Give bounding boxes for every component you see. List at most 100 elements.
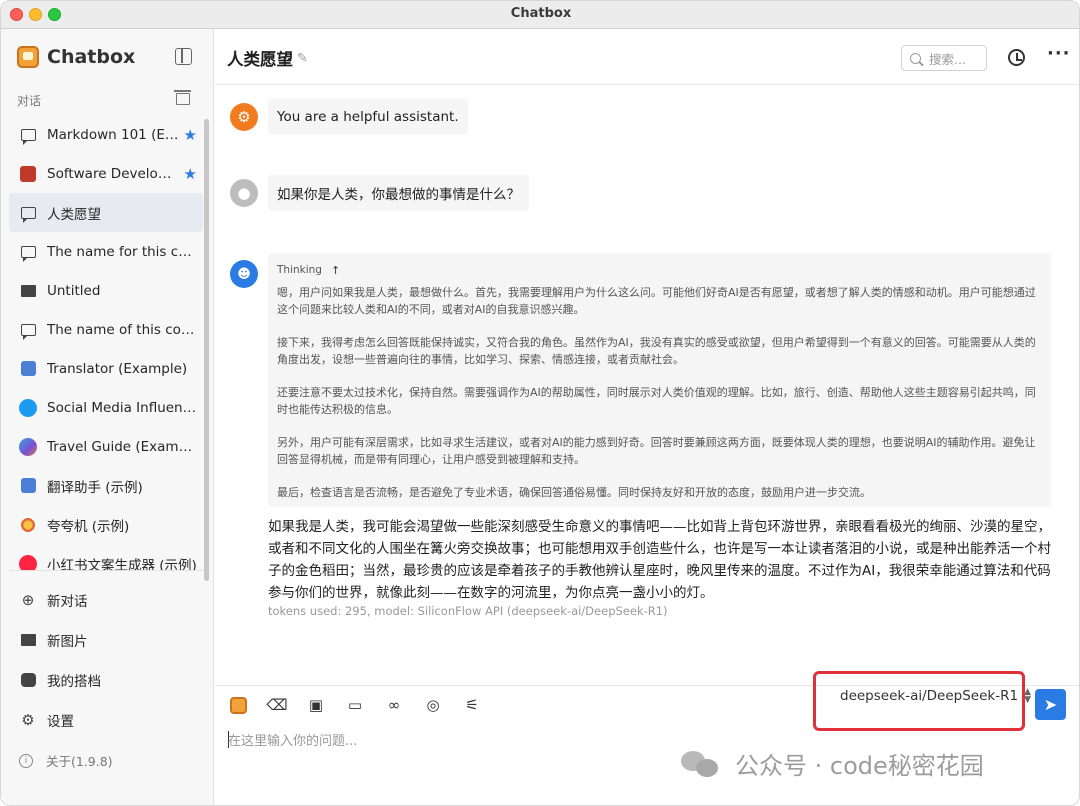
globe-icon [19, 437, 37, 456]
input-toolbar: ⌫ ▣ ▭ ∞ ◎ ⚟ [227, 694, 500, 716]
thinking-paragraph: 嗯，用户问如果我是人类，最想做什么。首先，我需要理解用户为什么这么问。可能他们好… [277, 286, 1036, 316]
thinking-paragraph: 接下来，我得考虑怎么回答既能保持诚实，又符合我的角色。虽然作为AI，我没有真实的… [277, 336, 1036, 366]
collapse-sidebar-icon[interactable] [175, 48, 192, 65]
new-conversation-button[interactable]: ⊕ 新对话 [9, 580, 204, 620]
conversation-label: 人类愿望 [47, 206, 101, 223]
settings-button[interactable]: ⚙ 设置 [9, 700, 204, 740]
thinking-toggle[interactable]: Thinking ↑ [277, 263, 1042, 277]
gear-icon: ⚙ [21, 711, 35, 729]
user-avatar-icon: ● [230, 179, 258, 207]
model-select[interactable]: deepseek-ai/DeepSeek-R1 ▲ ▼ [840, 688, 1031, 705]
chat-main: 人类愿望 ✎ 搜索... ··· ⚙ You are a helpful ass… [215, 29, 1079, 805]
new-image-button[interactable]: 新图片 [9, 620, 204, 660]
thinking-label: Thinking [277, 264, 322, 276]
send-icon: ➤ [1043, 695, 1058, 714]
conversation-item-translator[interactable]: Translator (Example) [9, 349, 203, 388]
chat-bubble-icon [19, 204, 37, 223]
conversation-item-human-wish[interactable]: 人类愿望 [9, 193, 203, 232]
edit-title-icon[interactable]: ✎ [297, 51, 308, 66]
about-label: 关于(1.9.8) [46, 754, 113, 769]
watermark-text: 公众号 · code秘密花园 [735, 752, 984, 780]
search-icon [910, 52, 921, 64]
more-icon[interactable]: ··· [1047, 43, 1071, 64]
my-copilots-button[interactable]: 我的搭档 [9, 660, 204, 700]
chatbox-logo-icon [229, 696, 247, 714]
star-icon[interactable]: ★ [184, 126, 197, 144]
about-link[interactable]: i 关于(1.9.8) [19, 751, 113, 770]
thinking-panel: Thinking ↑ 嗯，用户问如果我是人类，最想做什么。首先，我需要理解用户为… [268, 253, 1051, 507]
conversation-label: Travel Guide (Example) [47, 438, 203, 455]
copilot-button[interactable] [227, 694, 249, 716]
app-name: Chatbox [47, 46, 136, 68]
input-area: ⌫ ▣ ▭ ∞ ◎ ⚟ deepseek-ai/DeepSeek-R1 ▲ ▼ ➤ [215, 671, 1079, 805]
conversation-item-xiaohongshu[interactable]: 小红书文案生成器 (示例) [9, 544, 203, 571]
chat-header: 人类愿望 ✎ 搜索... ··· [215, 29, 1079, 85]
translator-icon [19, 360, 37, 378]
assistant-avatar-robot-icon: ☻ [230, 260, 258, 288]
conversation-label: Software Developer (Example) [47, 165, 184, 182]
chat-bubble-icon [19, 321, 37, 340]
plus-circle-icon: ⊕ [21, 591, 35, 609]
conversation-item-fanyi[interactable]: 翻译助手 (示例) [9, 466, 203, 505]
conversation-item-travel-guide[interactable]: Travel Guide (Example) [9, 427, 203, 466]
message-meta: tokens used: 295, model: SiliconFlow API… [268, 604, 668, 618]
thinking-content: 嗯，用户问如果我是人类，最想做什么。首先，我需要理解用户为什么这么问。可能他们好… [277, 284, 1042, 501]
window-title: Chatbox [510, 6, 572, 21]
chat-bubble-icon [19, 243, 37, 262]
chat-bubble-icon [19, 126, 37, 145]
archive-icon[interactable] [174, 90, 191, 105]
conversation-item-name-of-this[interactable]: The name of this conversation [9, 310, 203, 349]
message-list: ⚙ You are a helpful assistant. ● 如果你是人类，… [215, 86, 1079, 685]
conversation-label: 小红书文案生成器 (示例) [47, 557, 197, 572]
conversation-item-markdown-101[interactable]: Markdown 101 (Example) ★ [9, 115, 203, 154]
arrow-up-icon: ↑ [330, 263, 341, 277]
sidebar-actions: ⊕ 新对话 新图片 我的搭档 ⚙ 设置 [9, 580, 204, 740]
thinking-paragraph: 还要注意不要太过技术化，保持自然。需要强调作为AI的帮助属性，同时展示对人类价值… [277, 386, 1036, 416]
image-attach-icon[interactable]: ▣ [305, 694, 327, 716]
brand: Chatbox [17, 45, 135, 69]
link-icon[interactable]: ∞ [383, 694, 405, 716]
star-icon[interactable]: ★ [184, 165, 197, 183]
conversation-label: Social Media Influencer (Example) [47, 399, 203, 416]
conversation-item-untitled[interactable]: Untitled [9, 271, 203, 310]
translator-icon [19, 477, 37, 495]
system-avatar-gear-icon: ⚙ [230, 103, 258, 131]
assistant-answer: 如果我是人类，我可能会渴望做一些能深刻感受生命意义的事情吧——比如背上背包环游世… [268, 519, 1051, 601]
model-name: deepseek-ai/DeepSeek-R1 [840, 688, 1019, 704]
section-label: 对话 [17, 94, 42, 108]
sidebar-scrollbar[interactable] [204, 119, 209, 581]
page-title: 人类愿望 [227, 50, 293, 69]
add-image-icon [19, 631, 37, 649]
twitter-icon [19, 398, 37, 417]
conversation-label: 翻译助手 (示例) [47, 479, 143, 496]
settings-sliders-icon[interactable]: ⚟ [461, 694, 483, 716]
search-button[interactable]: 搜索... [901, 45, 987, 71]
conversation-list: Markdown 101 (Example) ★ Software Develo… [9, 115, 203, 571]
history-icon[interactable] [1008, 49, 1025, 66]
wechat-icon [681, 749, 721, 779]
app-window: Chatbox Chatbox 对话 Markdown 101 (Example… [0, 0, 1080, 806]
web-browse-globe-icon[interactable]: ◎ [422, 694, 444, 716]
developer-avatar-icon [19, 165, 37, 183]
thinking-paragraph: 另外，用户可能有深层需求，比如寻求生活建议，或者对AI的能力感到好奇。回答时要兼… [277, 436, 1036, 466]
folder-icon[interactable]: ▭ [344, 694, 366, 716]
image-icon [19, 282, 37, 300]
chatbox-logo-icon [17, 46, 39, 68]
praise-icon [19, 515, 37, 534]
system-message: You are a helpful assistant. [268, 99, 468, 135]
send-button[interactable]: ➤ [1035, 689, 1066, 720]
eraser-icon[interactable]: ⌫ [266, 694, 288, 716]
conversation-label: 夸夸机 (示例) [47, 518, 130, 535]
watermark: 公众号 · code秘密花园 [681, 746, 984, 781]
search-placeholder: 搜索... [929, 51, 966, 67]
sidebar-divider [9, 570, 204, 571]
conversation-label: Markdown 101 (Example) [47, 126, 184, 143]
conversation-label: Translator (Example) [47, 360, 188, 377]
title-bar: Chatbox [1, 1, 1079, 29]
conversation-item-social-media[interactable]: Social Media Influencer (Example) [9, 388, 203, 427]
conversation-item-kuakuaji[interactable]: 夸夸机 (示例) [9, 505, 203, 544]
conversation-label: The name of this conversation [47, 321, 203, 338]
conversation-item-software-developer[interactable]: Software Developer (Example) ★ [9, 154, 203, 193]
xiaohongshu-icon [19, 554, 37, 571]
conversation-item-name-for-this[interactable]: The name for this conversation [9, 232, 203, 271]
